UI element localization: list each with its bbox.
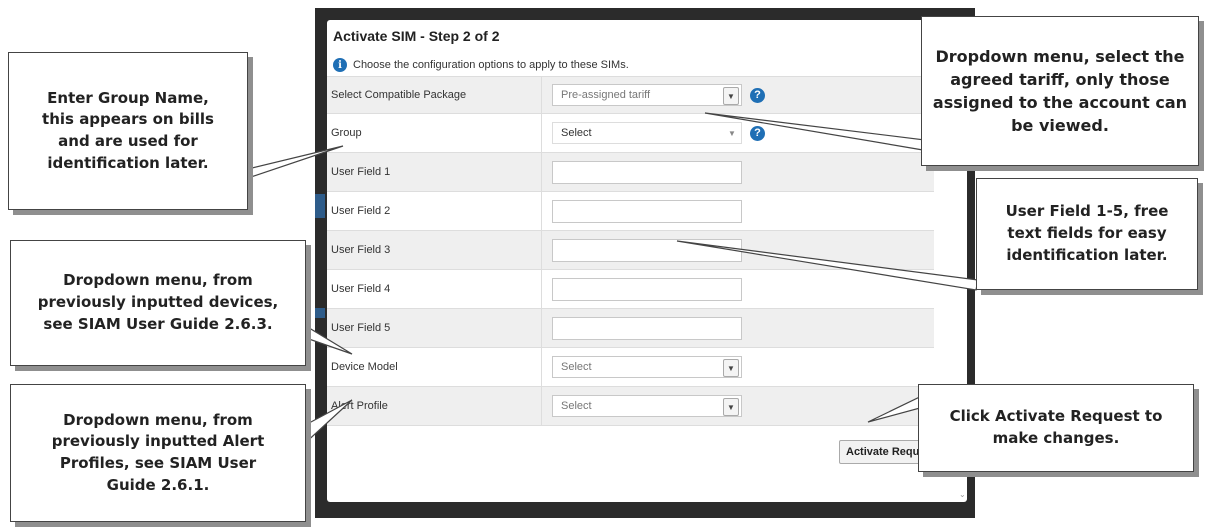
user-field-3-input[interactable] xyxy=(552,238,742,262)
background-strip xyxy=(315,308,325,318)
callout-group-name: Enter Group Name, this appears on bills … xyxy=(8,52,248,210)
field-label: User Field 2 xyxy=(327,192,542,230)
form-row-user-field-3: User Field 3 xyxy=(327,231,934,270)
info-icon: i xyxy=(333,58,347,72)
form-row-alert-profile: Alert Profile Select ▼ xyxy=(327,387,934,426)
info-text: Choose the configuration options to appl… xyxy=(353,59,629,71)
select-value: Pre-assigned tariff xyxy=(561,89,651,101)
field-label: User Field 4 xyxy=(327,270,542,308)
form-row-user-field-1: User Field 1 xyxy=(327,153,934,192)
group-select[interactable]: Select ▼ xyxy=(552,122,742,144)
activate-request-button[interactable]: Activate Requ xyxy=(839,440,927,464)
field-label: Alert Profile xyxy=(327,387,542,425)
field-label: Device Model xyxy=(327,348,542,386)
callout-alert-profile: Dropdown menu, from previously inputted … xyxy=(10,384,306,522)
callout-user-fields: User Field 1-5, free text fields for eas… xyxy=(976,178,1198,290)
select-value: Select xyxy=(561,127,592,139)
form-row-user-field-4: User Field 4 xyxy=(327,270,934,309)
help-icon[interactable]: ? xyxy=(750,125,765,141)
user-field-2-input[interactable] xyxy=(552,199,742,223)
field-label: User Field 1 xyxy=(327,153,542,191)
field-label: Select Compatible Package xyxy=(327,77,542,113)
field-label: Group xyxy=(327,114,542,152)
callout-activate: Click Activate Request to make changes. xyxy=(918,384,1194,472)
callout-device-model: Dropdown menu, from previously inputted … xyxy=(10,240,306,366)
form-row-user-field-2: User Field 2 xyxy=(327,192,934,231)
chevron-down-icon[interactable]: ▼ xyxy=(723,398,739,416)
package-select[interactable]: Pre-assigned tariff ▼ xyxy=(552,84,742,106)
callout-tariff: Dropdown menu, select the agreed tariff,… xyxy=(921,16,1199,166)
config-form: Select Compatible Package Pre-assigned t… xyxy=(327,76,934,426)
form-row-device-model: Device Model Select ▼ xyxy=(327,348,934,387)
info-message: i Choose the configuration options to ap… xyxy=(333,58,629,72)
form-row-group: Group Select ▼ ? xyxy=(327,114,934,153)
alert-profile-select[interactable]: Select ▼ xyxy=(552,395,742,417)
background-strip xyxy=(315,194,325,218)
field-label: User Field 5 xyxy=(327,309,542,347)
user-field-4-input[interactable] xyxy=(552,277,742,301)
device-model-select[interactable]: Select ▼ xyxy=(552,356,742,378)
chevron-down-icon[interactable]: ▼ xyxy=(723,359,739,377)
field-label: User Field 3 xyxy=(327,231,542,269)
select-value: Select xyxy=(561,361,592,373)
chevron-down-icon[interactable]: ▼ xyxy=(723,87,739,105)
scroll-down-icon[interactable]: ⌄ xyxy=(959,490,966,499)
user-field-1-input[interactable] xyxy=(552,160,742,184)
chevron-down-icon[interactable]: ▼ xyxy=(725,125,739,141)
activate-sim-modal: Activate SIM - Step 2 of 2 i Choose the … xyxy=(327,20,967,502)
user-field-5-input[interactable] xyxy=(552,316,742,340)
form-row-user-field-5: User Field 5 xyxy=(327,309,934,348)
select-value: Select xyxy=(561,400,592,412)
help-icon[interactable]: ? xyxy=(750,87,765,103)
form-row-package: Select Compatible Package Pre-assigned t… xyxy=(327,76,934,114)
modal-title: Activate SIM - Step 2 of 2 xyxy=(333,28,500,44)
